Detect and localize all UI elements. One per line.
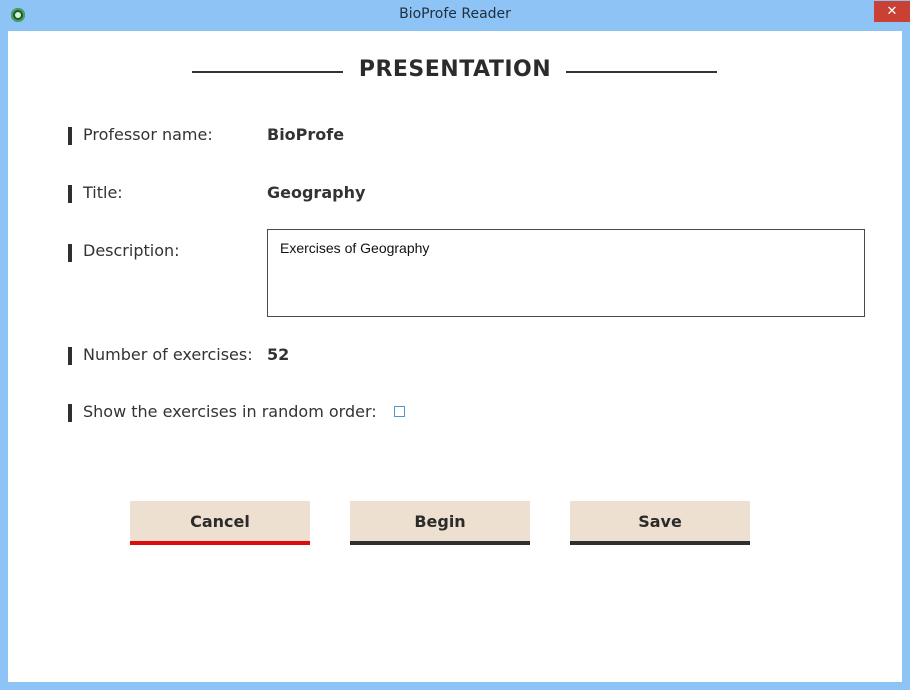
begin-button[interactable]: Begin <box>350 501 530 545</box>
field-marker <box>68 185 72 203</box>
field-marker <box>68 127 72 145</box>
description-label: Description: <box>83 241 180 260</box>
description-field[interactable]: Exercises of Geography <box>267 229 865 317</box>
field-marker <box>68 244 72 262</box>
professor-name-value: BioProfe <box>267 125 345 144</box>
title-label: Title: <box>83 183 123 202</box>
heading-rule-right <box>566 71 717 73</box>
presentation-panel: PRESENTATION Professor name: BioProfe Ti… <box>8 31 902 682</box>
cancel-button[interactable]: Cancel <box>130 501 310 545</box>
page-title: PRESENTATION <box>358 57 552 82</box>
field-marker <box>68 404 72 422</box>
field-marker <box>68 347 72 365</box>
exercises-count-label: Number of exercises: <box>83 345 253 364</box>
window-title: BioProfe Reader <box>399 6 511 22</box>
app-window: BioProfe Reader ✕ PRESENTATION Professor… <box>0 0 910 690</box>
close-icon: ✕ <box>886 4 898 19</box>
title-value: Geography <box>267 183 366 202</box>
random-order-label: Show the exercises in random order: <box>83 402 377 421</box>
title-bar[interactable]: BioProfe Reader ✕ <box>0 0 910 31</box>
exercises-count-value: 52 <box>267 345 290 364</box>
professor-name-label: Professor name: <box>83 125 213 144</box>
close-button[interactable]: ✕ <box>874 1 910 22</box>
save-button[interactable]: Save <box>570 501 750 545</box>
random-order-checkbox[interactable] <box>394 406 405 417</box>
